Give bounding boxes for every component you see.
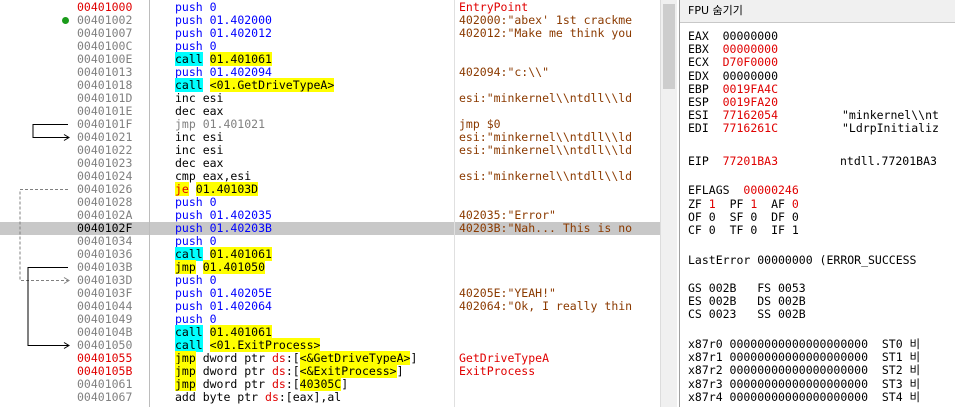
scrollbar-thumb[interactable] (663, 4, 675, 89)
instruction-comment: esi:"minkernel\\ntdll\\ld (459, 131, 633, 144)
instruction-row[interactable]: 00401067 add byte ptr ds:[eax],al (0, 391, 660, 404)
flags-row[interactable]: ZF 1 PF 1 AF 0 (688, 198, 799, 211)
instruction-comment: esi:"minkernel\\ntdll\\ld (459, 170, 633, 183)
register-eip-comment[interactable]: ntdll.77201BA3 (840, 155, 937, 168)
register-edx[interactable]: EDX 00000000 (688, 69, 778, 83)
flags-row[interactable]: CF 0 TF 0 IF 1 (688, 224, 799, 237)
segment-registers[interactable]: ES 002B DS 002B (688, 295, 806, 308)
column-divider (454, 0, 455, 407)
registers-pane[interactable]: FPU 숨기기 EAX 00000000 EBX 00000000 ECX D70F… (679, 0, 955, 407)
x87-register[interactable]: x87r0 00000000000000000000 ST0 비 (688, 338, 920, 351)
register-esi[interactable]: ESI 77162054 (688, 109, 778, 122)
register-edi-comment[interactable]: "LdrpInitializ (842, 122, 939, 135)
instruction-comment: 402012:"Make me think you (459, 27, 633, 40)
instruction-comment: EntryPoint (459, 1, 529, 14)
registers-header: FPU 숨기기 (680, 0, 955, 23)
instruction-comment: jmp $0 (459, 118, 501, 131)
instruction-comment: 402000:"abex' 1st crackme (459, 14, 633, 27)
instruction-comment: 402035:"Error" (459, 209, 556, 222)
instruction-comment: 402064:"Ok, I really thin (459, 300, 633, 313)
register-eip[interactable]: EIP 77201BA3 (688, 155, 778, 168)
column-divider (149, 0, 150, 407)
register-ebx[interactable]: EBX 00000000 (688, 43, 778, 56)
last-error[interactable]: LastError 00000000 (ERROR_SUCCESS (688, 254, 916, 267)
x87-register[interactable]: x87r4 00000000000000000000 ST4 비 (688, 390, 920, 404)
x87-register[interactable]: x87r2 00000000000000000000 ST2 비 (688, 364, 920, 377)
register-eflags[interactable]: EFLAGS 00000246 (688, 184, 799, 197)
scrollbar[interactable] (660, 0, 677, 407)
register-ecx[interactable]: ECX D70F0000 (688, 56, 778, 69)
register-esp[interactable]: ESP 0019FA20 (688, 96, 778, 109)
instruction-comment: esi:"minkernel\\ntdll\\ld (459, 144, 633, 157)
instruction-comment: esi:"minkernel\\ntdll\\ld (459, 92, 633, 105)
instruction-comment: 402094:"c:\\" (459, 66, 550, 79)
register-esi-comment[interactable]: "minkernel\\nt (842, 109, 939, 122)
segment-registers[interactable]: CS 0023 SS 002B (688, 308, 806, 321)
instruction-comment: 40203B:"Nah... This is no (459, 222, 633, 235)
register-edi[interactable]: EDI 7716261C (688, 122, 778, 135)
jump-arrow-line (19, 189, 68, 281)
jump-arrow-line (27, 267, 68, 346)
fpu-toggle-button[interactable]: FPU 숨기기 (688, 3, 743, 19)
x87-register[interactable]: x87r3 00000000000000000000 ST3 비 (688, 377, 920, 391)
jump-arrows (19, 124, 70, 349)
jump-arrow-line (32, 124, 68, 138)
instruction-comment: GetDriveTypeA (459, 352, 550, 365)
instruction-comment: 40205E:"YEAH!" (459, 287, 556, 300)
register-eax[interactable]: EAX 00000000 (688, 30, 778, 43)
register-ebp[interactable]: EBP 0019FA4C (688, 82, 778, 96)
instruction-comment: ExitProcess (459, 365, 536, 378)
segment-registers[interactable]: GS 002B FS 0053 (688, 282, 806, 295)
disassembly-pane[interactable]: 00401000 push 0 EntryPoint 00401002 push 01.… (0, 0, 677, 407)
x87-register[interactable]: x87r1 00000000000000000000 ST1 비 (688, 351, 920, 364)
instruction-text: add byte ptr ds:[eax],al (175, 390, 342, 404)
instruction-address: 00401067 (77, 390, 133, 404)
flags-row[interactable]: OF 0 SF 0 DF 0 (688, 211, 799, 224)
